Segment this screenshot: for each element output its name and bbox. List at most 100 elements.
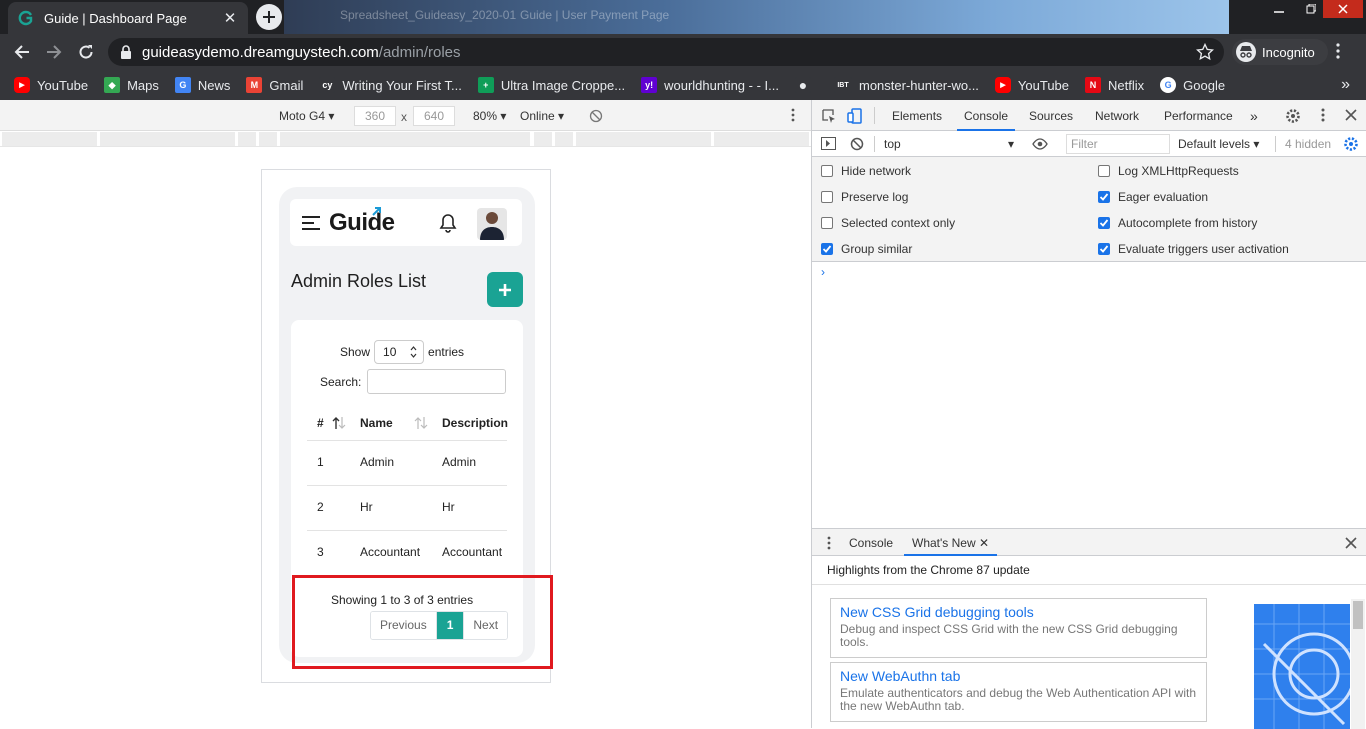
chrome-menu-icon[interactable] — [1336, 43, 1340, 59]
devtools-menu-icon[interactable] — [1321, 108, 1325, 122]
console-option[interactable]: Hide network — [821, 164, 911, 178]
add-role-button[interactable] — [487, 272, 523, 307]
close-drawer-icon[interactable] — [1345, 537, 1357, 549]
forward-button[interactable] — [42, 40, 66, 64]
column-header-description[interactable]: Description — [442, 408, 508, 438]
drawer-menu-icon[interactable] — [827, 536, 831, 550]
tab-performance[interactable]: Performance — [1164, 100, 1233, 131]
rotate-disabled-icon[interactable] — [589, 109, 603, 123]
drawer-tab-console[interactable]: Console — [849, 529, 893, 556]
close-tab-icon[interactable]: ✕ — [979, 536, 989, 550]
drawer-tab-whats-new[interactable]: What's New ✕ — [904, 529, 998, 556]
bookmark-monster-hunter-wo[interactable]: IBT monster-hunter-wo... — [833, 77, 979, 93]
option-label: Evaluate triggers user activation — [1118, 242, 1289, 256]
device-toolbar-toggle-icon[interactable] — [847, 108, 863, 124]
column-header-index[interactable]: # — [317, 408, 324, 438]
checkbox-unchecked[interactable] — [1098, 165, 1110, 177]
bookmark-ultra-image-croppe[interactable]: + Ultra Image Croppe... — [477, 77, 625, 93]
bookmark-writing-your-first-t[interactable]: cy Writing Your First T... — [319, 77, 462, 93]
bookmark-item[interactable]: ● — [794, 77, 818, 93]
background-tab[interactable]: Spreadsheet_Guideasy_2020-01 — [340, 8, 516, 22]
bookmark-star-icon[interactable] — [1196, 43, 1214, 61]
settings-gear-icon[interactable] — [1285, 108, 1301, 124]
incognito-indicator[interactable]: Incognito — [1232, 39, 1328, 65]
checkbox-unchecked[interactable] — [821, 165, 833, 177]
media-query-bar[interactable] — [0, 131, 811, 147]
guide-logo[interactable]: Guide — [329, 209, 395, 237]
zoom-select[interactable]: 80% ▾ — [473, 109, 506, 123]
back-button[interactable] — [10, 40, 34, 64]
tab-sources[interactable]: Sources — [1029, 100, 1073, 131]
hamburger-menu-icon[interactable] — [302, 216, 320, 230]
card-title[interactable]: New CSS Grid debugging tools — [840, 604, 1197, 620]
sort-asc-icon[interactable] — [332, 416, 346, 430]
address-bar[interactable]: guideasydemo.dreamguystech.com/admin/rol… — [108, 38, 1224, 66]
bookmark-gmail[interactable]: M Gmail — [246, 77, 303, 93]
cell-description: Accountant — [442, 545, 503, 559]
tab-console[interactable]: Console — [957, 100, 1016, 131]
checkbox-checked[interactable] — [1098, 217, 1110, 229]
console-option[interactable]: Selected context only — [821, 216, 955, 230]
close-tab-icon[interactable]: ✕ — [222, 9, 238, 27]
youtube-icon: ▶ — [14, 77, 30, 93]
new-tab-button[interactable] — [256, 4, 282, 30]
bookmark-netflix[interactable]: N Netflix — [1085, 77, 1144, 93]
console-settings-gear-icon[interactable] — [1343, 136, 1359, 152]
whats-new-card[interactable]: New WebAuthn tab Emulate authenticators … — [830, 662, 1207, 722]
bookmark-wourldhunting-i[interactable]: y! wourldhunting - - I... — [641, 77, 779, 93]
card-title[interactable]: New WebAuthn tab — [840, 668, 1197, 684]
device-toolbar-menu-icon[interactable] — [791, 108, 795, 122]
console-option[interactable]: Log XMLHttpRequests — [1098, 164, 1239, 178]
device-width-input[interactable]: 360 — [354, 106, 396, 126]
bookmark-youtube[interactable]: ▶ YouTube — [14, 77, 88, 93]
checkbox-unchecked[interactable] — [821, 217, 833, 229]
table-row[interactable]: 3 Accountant Accountant — [307, 531, 507, 576]
back-arrow-icon — [14, 45, 29, 59]
hidden-messages-count: 4 hidden — [1285, 137, 1332, 151]
tab-elements[interactable]: Elements — [892, 100, 942, 131]
console-filter-input[interactable]: Filter — [1066, 134, 1170, 154]
background-tab[interactable]: Guide | User Payment Page — [520, 8, 669, 22]
checkbox-checked[interactable] — [1098, 243, 1110, 255]
console-option[interactable]: Eager evaluation — [1098, 190, 1208, 204]
close-window-button[interactable] — [1323, 0, 1363, 18]
device-height-input[interactable]: 640 — [413, 106, 455, 126]
bookmark-news[interactable]: G News — [174, 77, 230, 93]
inspect-element-icon[interactable] — [821, 108, 837, 124]
reload-button[interactable] — [74, 40, 98, 64]
tab-network[interactable]: Network — [1095, 100, 1139, 131]
drawer-scrollbar[interactable] — [1351, 599, 1365, 729]
javascript-context-select[interactable]: top ▾ — [884, 137, 1014, 151]
checkbox-checked[interactable] — [1098, 191, 1110, 203]
console-prompt-icon[interactable]: › — [821, 265, 825, 279]
device-select[interactable]: Moto G4 ▾ — [279, 109, 334, 123]
bell-icon[interactable] — [439, 213, 457, 233]
sort-both-icon[interactable] — [414, 416, 428, 430]
avatar[interactable] — [477, 208, 507, 240]
table-row[interactable]: 1 Admin Admin — [307, 441, 507, 486]
tab-active[interactable]: Guide | Dashboard Page ✕ — [8, 2, 248, 34]
log-levels-select[interactable]: Default levels ▾ — [1178, 137, 1259, 151]
entries-select[interactable]: 10 — [374, 340, 425, 364]
bookmark-maps[interactable]: ◆ Maps — [104, 77, 159, 93]
table-row[interactable]: 2 Hr Hr — [307, 486, 507, 531]
close-devtools-icon[interactable] — [1345, 109, 1357, 121]
console-option[interactable]: Preserve log — [821, 190, 908, 204]
scrollbar-thumb[interactable] — [1353, 601, 1363, 629]
column-header-name[interactable]: Name — [360, 408, 393, 438]
whats-new-card[interactable]: New CSS Grid debugging tools Debug and i… — [830, 598, 1207, 658]
more-bookmarks-icon[interactable]: » — [1341, 76, 1350, 94]
checkbox-unchecked[interactable] — [821, 191, 833, 203]
network-throttle-select[interactable]: Online ▾ — [520, 109, 564, 123]
search-input[interactable] — [367, 369, 507, 394]
checkbox-checked[interactable] — [821, 243, 833, 255]
clear-console-icon[interactable] — [850, 137, 864, 151]
live-expression-eye-icon[interactable] — [1032, 138, 1048, 150]
console-option[interactable]: Evaluate triggers user activation — [1098, 242, 1289, 256]
bookmark-google[interactable]: G Google — [1160, 77, 1225, 93]
console-sidebar-icon[interactable] — [821, 137, 836, 150]
console-option[interactable]: Autocomplete from history — [1098, 216, 1257, 230]
more-tabs-icon[interactable]: » — [1250, 100, 1258, 131]
bookmark-youtube[interactable]: ▶ YouTube — [994, 77, 1069, 93]
console-option[interactable]: Group similar — [821, 242, 912, 256]
